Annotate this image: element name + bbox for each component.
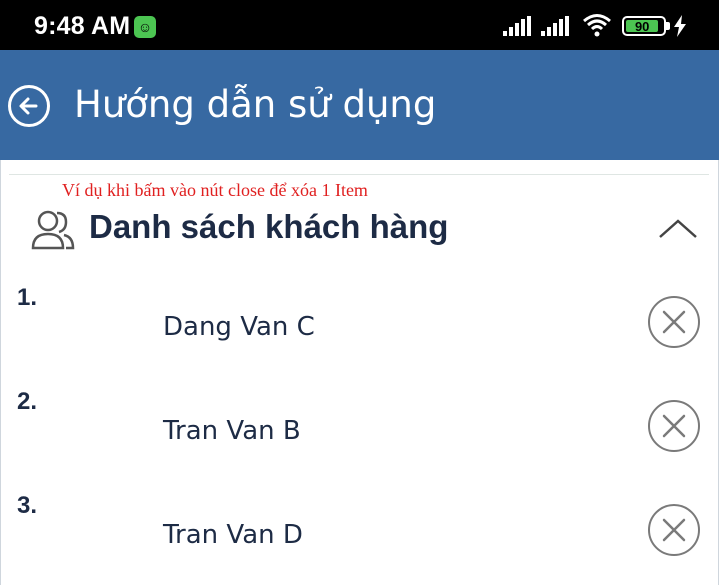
instruction-note: Ví dụ khi bấm vào nút close để xóa 1 Ite…	[62, 180, 368, 200]
android-notification-icon: ☺	[134, 16, 156, 38]
customer-name: Dang Van C	[163, 312, 315, 342]
item-number: 2.	[17, 388, 38, 415]
item-number: 1.	[17, 284, 38, 311]
close-button[interactable]	[648, 504, 700, 556]
divider	[9, 174, 709, 175]
close-icon	[662, 518, 686, 542]
customer-name: Tran Van B	[163, 416, 301, 446]
content-panel: Ví dụ khi bấm vào nút close để xóa 1 Ite…	[0, 160, 719, 585]
chevron-up-icon[interactable]	[656, 215, 700, 243]
list-item: 3. Tran Van D	[1, 492, 719, 585]
battery-nub	[666, 22, 670, 30]
close-button[interactable]	[648, 400, 700, 452]
battery-level: 90	[626, 20, 659, 33]
signal-icon	[541, 16, 569, 36]
wifi-icon	[583, 14, 611, 37]
list-item: 1. Dang Van C	[1, 284, 719, 388]
status-bar: 9:48 AM ☺ 90	[0, 0, 719, 50]
app-bar: Hướng dẫn sử dụng	[0, 50, 719, 160]
charging-icon	[674, 15, 686, 37]
close-icon	[662, 414, 686, 438]
item-number: 3.	[17, 492, 38, 519]
list-item: 2. Tran Van B	[1, 388, 719, 492]
page-title: Hướng dẫn sử dụng	[74, 83, 437, 126]
section-title: Danh sách khách hàng	[89, 208, 449, 245]
customer-name: Tran Van D	[163, 520, 303, 550]
status-time: 9:48 AM	[34, 12, 131, 40]
close-button[interactable]	[648, 296, 700, 348]
back-button[interactable]	[8, 85, 50, 127]
battery-icon: 90	[622, 16, 666, 36]
back-arrow-circle-icon	[19, 97, 38, 115]
signal-icon	[503, 16, 531, 36]
close-icon	[662, 310, 686, 334]
users-icon	[31, 210, 75, 250]
